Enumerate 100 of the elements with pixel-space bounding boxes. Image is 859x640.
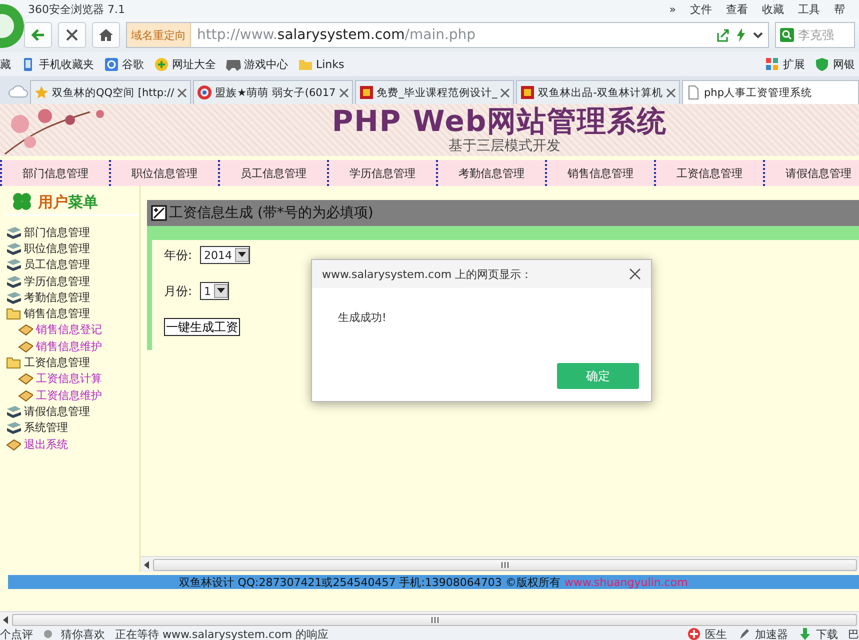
select-field[interactable]: 1 — [200, 282, 230, 300]
clover-icon — [10, 191, 34, 213]
bookmark[interactable]: 网银 — [815, 56, 855, 72]
nav-link[interactable]: 学历信息管理 — [327, 160, 436, 186]
sidebar-item[interactable]: 工资信息维护 — [6, 386, 139, 404]
lightning-icon[interactable] — [736, 28, 746, 42]
sidebar-item[interactable]: 工资信息管理 — [6, 354, 139, 371]
browser-tab[interactable]: 双鱼林的QQ空间 [http:// — [30, 80, 192, 104]
sidebar-item[interactable]: 职位信息管理 — [6, 240, 139, 257]
stop-button[interactable] — [58, 22, 86, 48]
field-label: 月份: — [164, 282, 192, 300]
sidebar-title: 用户菜单 — [38, 192, 98, 212]
nav-link[interactable]: 销售信息管理 — [545, 160, 654, 186]
status-text: 巴 — [848, 627, 859, 640]
sidebar-item[interactable]: 考勤信息管理 — [6, 289, 139, 306]
close-icon[interactable] — [177, 88, 188, 98]
share-icon[interactable] — [716, 28, 730, 42]
document-icon — [686, 85, 702, 100]
browser-tab[interactable]: 免费_毕业课程范例设计_ — [354, 80, 514, 104]
sidebar-item[interactable]: 退出系统 — [6, 436, 139, 452]
g-square-icon — [104, 56, 119, 72]
banner-title: PHP Web网站管理系统 — [332, 104, 668, 138]
sidebar-item[interactable]: 工资信息计算 — [6, 370, 139, 387]
menu-item[interactable]: 查看 — [726, 2, 748, 16]
close-icon[interactable] — [500, 88, 510, 98]
browser-tab[interactable]: php人事工资管理系统 — [682, 80, 859, 104]
generate-button[interactable]: 一键生成工资 — [164, 318, 240, 336]
folder-icon — [6, 306, 21, 322]
nav-link[interactable]: 考勤信息管理 — [436, 160, 545, 186]
close-icon[interactable] — [629, 268, 641, 280]
browser-tab[interactable]: 盟族★萌萌 弱女子(6017 — [193, 80, 353, 104]
menu-item[interactable]: » — [669, 2, 676, 16]
search-icon — [779, 27, 795, 43]
form-title: 工资信息生成 (带*号的为必填项) — [169, 204, 374, 222]
stack-icon — [6, 404, 21, 419]
address-field[interactable]: 域名重定向 http://www.salarysystem.com/main.php — [126, 22, 769, 48]
stack-icon — [6, 257, 21, 272]
bookmark[interactable]: 藏 — [0, 56, 11, 72]
nav-link[interactable]: 员工信息管理 — [218, 160, 327, 186]
back-arrow-icon — [30, 27, 46, 43]
sidebar-item[interactable]: 销售信息登记 — [6, 322, 139, 338]
sidebar-item[interactable]: 部门信息管理 — [6, 224, 139, 240]
sidebar-item[interactable]: 请假信息管理 — [6, 403, 139, 420]
back-button[interactable] — [24, 22, 52, 48]
window-title: 360安全浏览器 7.1 — [28, 2, 125, 16]
arrow-left-icon — [143, 560, 151, 568]
grid-icon — [765, 56, 780, 72]
footer-text: 双鱼林设计 QQ:287307421或254540457 手机:13908064703 ©版权所有 — [179, 574, 560, 590]
status-item[interactable]: 下载 — [798, 627, 838, 640]
stack-icon — [6, 290, 21, 305]
grip-icon — [430, 616, 438, 622]
cross-icon — [687, 627, 702, 640]
stack-icon — [6, 224, 21, 240]
bookmark[interactable]: Links — [298, 56, 344, 72]
close-icon[interactable] — [666, 88, 676, 98]
caret-down-icon — [238, 252, 246, 258]
sidebar-item[interactable]: 销售信息管理 — [6, 305, 139, 322]
browser-tab[interactable]: 双鱼林出品-双鱼林计算机 — [516, 80, 680, 104]
ring-icon — [197, 85, 212, 100]
menu-item[interactable]: 帮 — [834, 2, 845, 16]
bookmark[interactable]: 扩展 — [765, 56, 805, 72]
horizontal-scrollbar[interactable] — [0, 611, 859, 627]
sidebar-item[interactable]: 学历信息管理 — [6, 272, 139, 290]
menu-item[interactable]: 文件 — [690, 2, 712, 16]
dialog-title: www.salarysystem.com 上的网页显示： — [322, 266, 534, 282]
bookmark[interactable]: 网址大全 — [154, 56, 216, 72]
field-label: 年份: — [164, 246, 192, 264]
dialog-message: 生成成功! — [337, 310, 388, 326]
stack-icon — [6, 274, 21, 289]
close-icon — [65, 28, 79, 42]
nav-link[interactable]: 请假信息管理 — [763, 160, 859, 186]
menu-item[interactable]: 收藏 — [762, 2, 784, 16]
stack-icon — [6, 240, 21, 256]
square-logo-icon — [358, 85, 374, 100]
status-text: 个点评 — [0, 627, 33, 640]
search-text: 李克强 — [798, 26, 834, 44]
status-item[interactable]: 加速器 — [737, 627, 788, 640]
close-icon[interactable] — [338, 88, 349, 98]
menu-item[interactable]: 工具 — [798, 2, 820, 16]
horizontal-scrollbar[interactable] — [141, 556, 859, 572]
nav-link[interactable]: 工资信息管理 — [654, 160, 763, 186]
status-item[interactable]: 医生 — [687, 627, 727, 640]
sidebar-item[interactable]: 员工信息管理 — [6, 256, 139, 273]
shield-icon — [815, 56, 830, 72]
select-field[interactable]: 2014 — [200, 246, 250, 264]
caret-down-icon — [217, 288, 226, 294]
download-icon — [798, 627, 813, 640]
bookmark[interactable]: 手机收藏夹 — [21, 56, 94, 72]
home-icon — [98, 27, 114, 43]
bookmark[interactable]: 游戏中心 — [226, 56, 288, 72]
sidebar-item[interactable]: 系统管理 — [6, 420, 139, 436]
banner-subtitle: 基于三层模式开发 — [448, 138, 560, 154]
status-item[interactable]: 猜你喜欢 — [43, 627, 105, 640]
edit-icon — [151, 205, 167, 221]
home-button[interactable] — [92, 22, 120, 48]
bookmark[interactable]: 谷歌 — [104, 56, 144, 72]
square-logo-icon — [520, 85, 536, 100]
sidebar-item[interactable]: 销售信息维护 — [6, 338, 139, 354]
status-text: 正在等待 www.salarysystem.com 的响应 — [115, 627, 329, 640]
stack-icon — [6, 420, 21, 436]
